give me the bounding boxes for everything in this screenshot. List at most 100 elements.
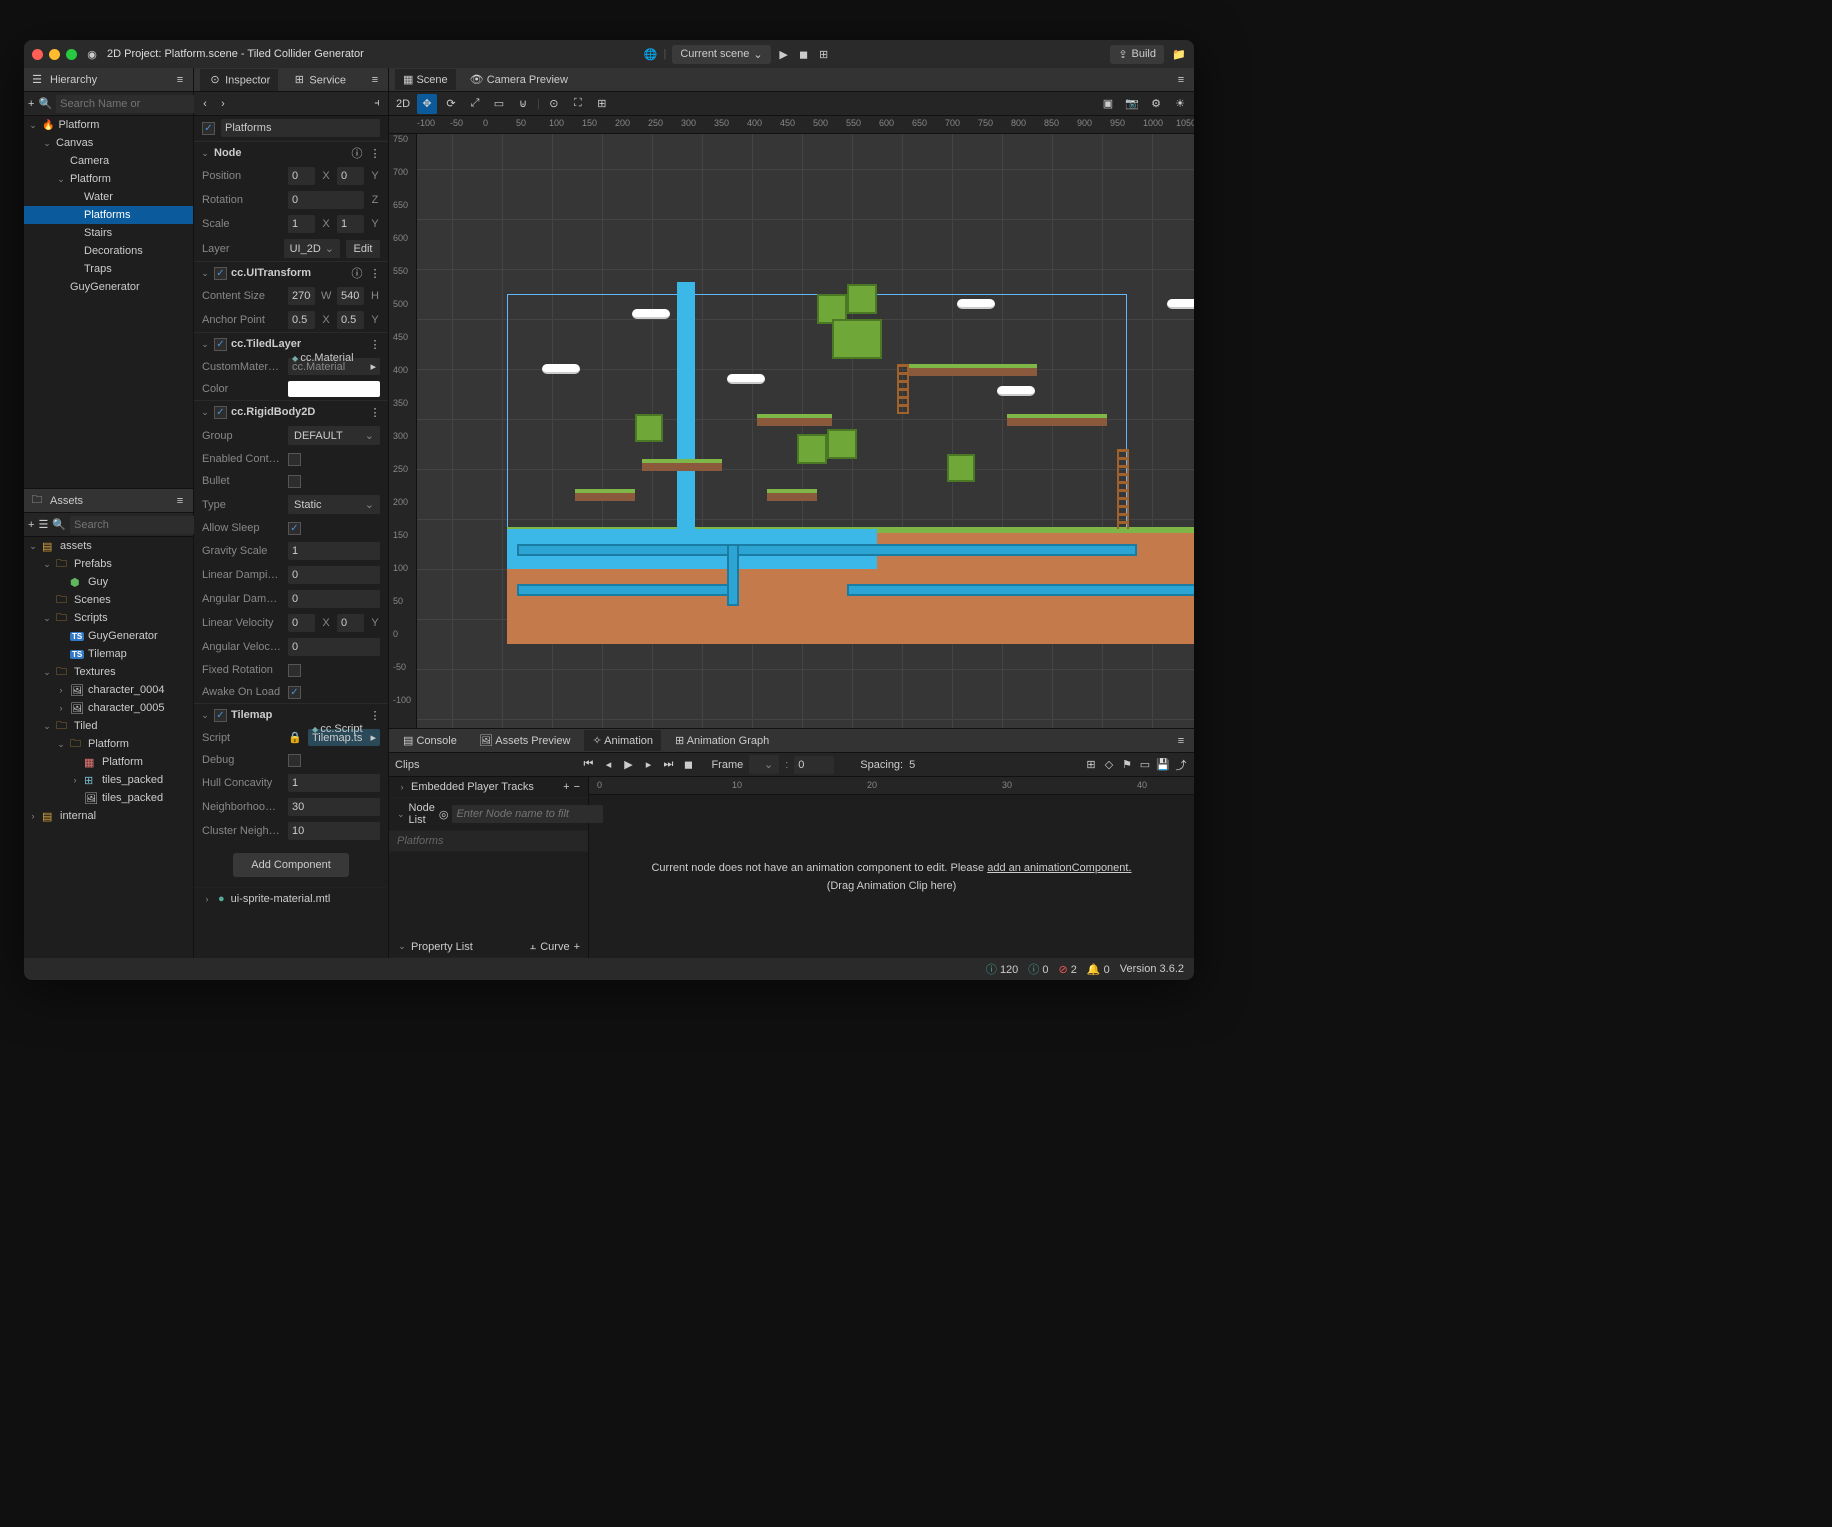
loop-icon[interactable]: ▭ bbox=[1138, 758, 1152, 772]
content-width-input[interactable] bbox=[288, 287, 315, 305]
build-button[interactable]: ⇪Build bbox=[1110, 45, 1164, 64]
tab-assets-preview[interactable]: 🖼 Assets Preview bbox=[471, 730, 579, 751]
scale-y-input[interactable] bbox=[337, 215, 364, 233]
tiledlayer-enabled-checkbox[interactable] bbox=[214, 338, 227, 351]
asset-item[interactable]: TSTilemap bbox=[24, 645, 193, 663]
layer-dropdown[interactable]: UI_2D bbox=[284, 239, 340, 258]
scale-x-input[interactable] bbox=[288, 215, 315, 233]
hierarchy-node[interactable]: Traps bbox=[24, 260, 193, 278]
add-animation-component-link[interactable]: add an animationComponent. bbox=[987, 862, 1131, 874]
group-dropdown[interactable]: DEFAULT bbox=[288, 426, 380, 445]
rect-tool-button[interactable]: ▭ bbox=[489, 94, 509, 114]
assets-menu-icon[interactable]: ≡ bbox=[173, 494, 187, 508]
tilemap-enabled-checkbox[interactable] bbox=[214, 709, 227, 722]
target-icon[interactable]: ◎ bbox=[439, 807, 449, 821]
rigidbody-enabled-checkbox[interactable] bbox=[214, 406, 227, 419]
asset-item[interactable]: ⌄▤assets bbox=[24, 537, 193, 555]
tab-service[interactable]: ⊞ Service bbox=[284, 69, 354, 91]
awake-on-load-checkbox[interactable] bbox=[288, 686, 301, 699]
skip-start-icon[interactable]: ⏮ bbox=[581, 758, 595, 772]
viewport-gear-icon[interactable]: ⚙ bbox=[1146, 94, 1166, 114]
node-name-input[interactable] bbox=[221, 119, 380, 137]
asset-item[interactable]: ⌄🗀Prefabs bbox=[24, 555, 193, 573]
mode-2d-button[interactable]: 2D bbox=[393, 94, 413, 114]
body-type-dropdown[interactable]: Static bbox=[288, 495, 380, 514]
hierarchy-node[interactable]: ⌄🔥Platform bbox=[24, 116, 193, 134]
allow-sleep-checkbox[interactable] bbox=[288, 522, 301, 535]
tab-animation[interactable]: ✧ Animation bbox=[584, 730, 661, 751]
open-project-icon[interactable]: 📁 bbox=[1172, 47, 1186, 61]
angular-velocity-input[interactable] bbox=[288, 638, 380, 656]
stop-icon[interactable]: ◼ bbox=[681, 758, 695, 772]
scene-dropdown[interactable]: Current scene⌄ bbox=[672, 45, 770, 64]
add-asset-icon[interactable]: + bbox=[28, 518, 34, 532]
inspector-menu-icon[interactable]: ≡ bbox=[368, 73, 382, 87]
asset-item[interactable]: ⌄🗀Textures bbox=[24, 663, 193, 681]
stop-button[interactable]: ◼ bbox=[797, 47, 811, 61]
exit-icon[interactable]: ⤴ bbox=[1174, 758, 1188, 772]
add-node-icon[interactable]: + bbox=[28, 97, 34, 111]
tab-inspector[interactable]: ⊙ Inspector bbox=[200, 69, 278, 91]
tab-console[interactable]: ▤ Console bbox=[395, 730, 465, 751]
asset-item[interactable]: ›🖼character_0004 bbox=[24, 681, 193, 699]
asset-item[interactable]: ⬢Guy bbox=[24, 573, 193, 591]
anchor-y-input[interactable] bbox=[337, 311, 364, 329]
snap-button[interactable]: ⊞ bbox=[592, 94, 612, 114]
node-active-checkbox[interactable] bbox=[202, 122, 215, 135]
asset-item[interactable]: ⌄🗀Scripts bbox=[24, 609, 193, 627]
content-height-input[interactable] bbox=[337, 287, 364, 305]
add-component-button[interactable]: Add Component bbox=[233, 853, 349, 877]
color-picker[interactable] bbox=[288, 381, 380, 397]
tab-animation-graph[interactable]: ⊞ Animation Graph bbox=[667, 730, 777, 751]
help-icon[interactable]: ⓘ bbox=[350, 146, 364, 160]
section-node[interactable]: ⌄Node ⓘ ⋮ bbox=[194, 141, 388, 164]
hierarchy-node[interactable]: ⌄Canvas bbox=[24, 134, 193, 152]
linear-velocity-x-input[interactable] bbox=[288, 614, 315, 632]
node-filter-input[interactable] bbox=[452, 805, 603, 823]
rotation-z-input[interactable] bbox=[288, 191, 364, 209]
asset-item[interactable]: ▦Platform bbox=[24, 753, 193, 771]
hierarchy-node[interactable]: Water bbox=[24, 188, 193, 206]
maximize-window-button[interactable] bbox=[66, 49, 77, 60]
hierarchy-node[interactable]: GuyGenerator bbox=[24, 278, 193, 296]
step-button[interactable]: ⊞ bbox=[817, 47, 831, 61]
linear-damping-input[interactable] bbox=[288, 566, 380, 584]
minimize-window-button[interactable] bbox=[49, 49, 60, 60]
viewport-light-icon[interactable]: ☀ bbox=[1170, 94, 1190, 114]
preview-platform-icon[interactable]: 🌐 bbox=[643, 47, 657, 61]
gravity-scale-input[interactable] bbox=[288, 542, 380, 560]
hierarchy-node[interactable]: Decorations bbox=[24, 242, 193, 260]
notification-count[interactable]: 🔔 0 bbox=[1087, 963, 1110, 976]
debug-checkbox[interactable] bbox=[288, 754, 301, 767]
section-tiledlayer[interactable]: ⌄cc.TiledLayer ⋮ bbox=[194, 332, 388, 355]
local-button[interactable]: ⛶ bbox=[568, 94, 588, 114]
asset-item[interactable]: ›🖼character_0005 bbox=[24, 699, 193, 717]
play-button[interactable]: ▶ bbox=[777, 47, 791, 61]
diamond-icon[interactable]: ◇ bbox=[1102, 758, 1116, 772]
play-icon[interactable]: ▶ bbox=[621, 758, 635, 772]
asset-item[interactable]: ›⊞tiles_packed bbox=[24, 771, 193, 789]
hierarchy-node[interactable]: Stairs bbox=[24, 224, 193, 242]
more-icon[interactable]: ⋮ bbox=[368, 146, 382, 160]
angular-damping-input[interactable] bbox=[288, 590, 380, 608]
bullet-checkbox[interactable] bbox=[288, 475, 301, 488]
save-icon[interactable]: 💾 bbox=[1156, 758, 1170, 772]
bottom-menu-icon[interactable]: ≡ bbox=[1174, 734, 1188, 748]
more-icon[interactable]: ⋮ bbox=[368, 708, 382, 722]
pivot-button[interactable]: ⊙ bbox=[544, 94, 564, 114]
script-reference-field[interactable]: ◆ cc.Script Tilemap.ts ▸ bbox=[308, 729, 380, 746]
asset-item[interactable]: TSGuyGenerator bbox=[24, 627, 193, 645]
back-icon[interactable]: ‹ bbox=[198, 97, 212, 111]
asset-item[interactable]: 🖼tiles_packed bbox=[24, 789, 193, 807]
embedded-tracks-section[interactable]: ›Embedded Player Tracks +− bbox=[389, 777, 588, 798]
filter-icon[interactable]: ☰ bbox=[38, 518, 48, 532]
cluster-neighborhood-input[interactable] bbox=[288, 822, 380, 840]
more-icon[interactable]: ⋮ bbox=[368, 266, 382, 280]
hierarchy-node[interactable]: Platforms bbox=[24, 206, 193, 224]
scale-tool-button[interactable]: ⤢ bbox=[465, 94, 485, 114]
hierarchy-node[interactable]: Camera bbox=[24, 152, 193, 170]
frame-input[interactable] bbox=[794, 756, 834, 774]
more-icon[interactable]: ⋮ bbox=[368, 337, 382, 351]
timeline-ruler[interactable]: 010203040 bbox=[589, 777, 1194, 795]
tab-scene[interactable]: ▦ Scene bbox=[395, 69, 456, 90]
